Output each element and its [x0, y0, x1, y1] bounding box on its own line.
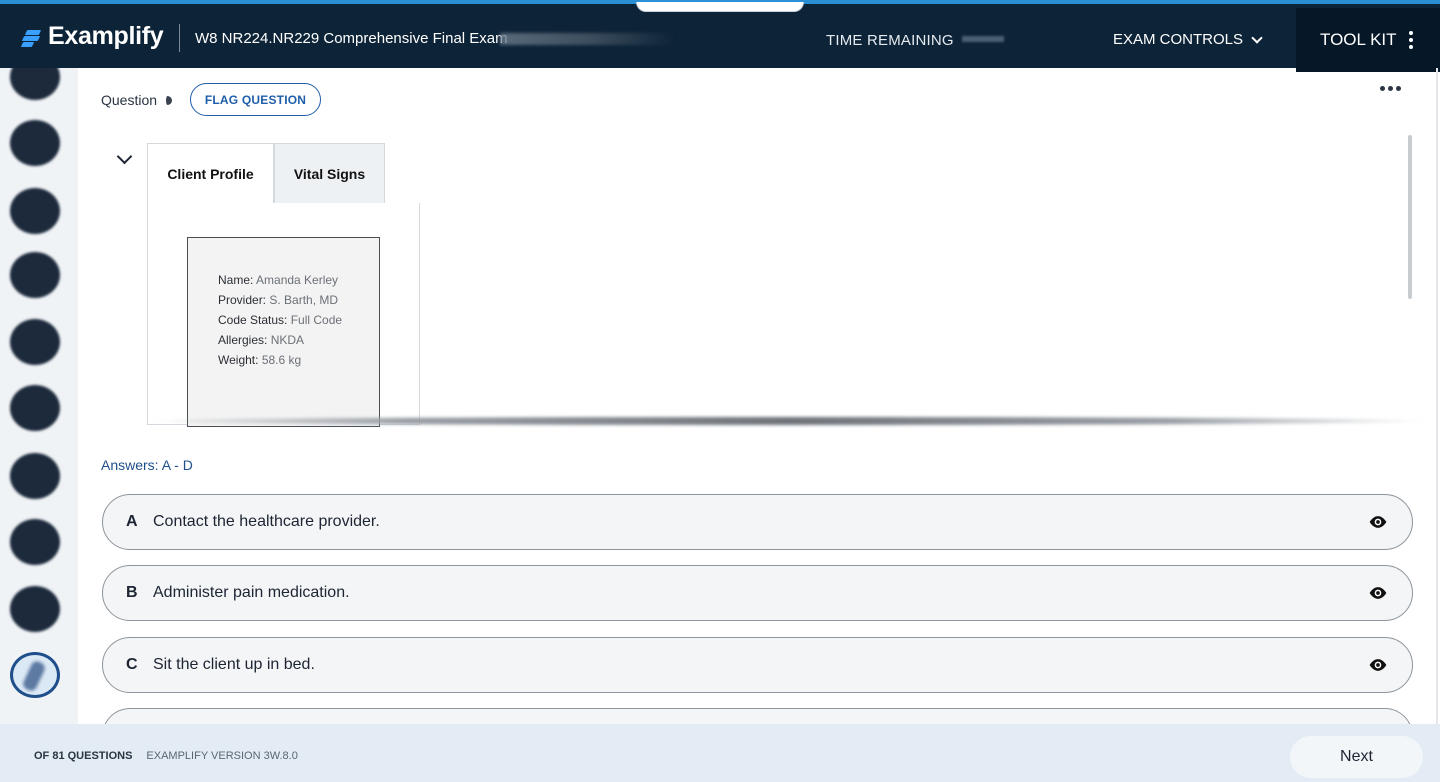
toolkit-label: TOOL KIT [1320, 30, 1397, 49]
answer-option-b[interactable]: B Administer pain medication. [102, 565, 1413, 621]
vertical-dots-icon [1408, 31, 1413, 49]
question-nav-bubble[interactable] [10, 68, 60, 100]
flag-question-button[interactable]: FLAG QUESTION [190, 83, 321, 116]
scrollbar-thumb[interactable] [1408, 135, 1412, 299]
profile-row-allergies: Allergies: NKDA [218, 333, 305, 347]
footer-bar: OF 81 QUESTIONS EXAMPLIFY VERSION 3W.8.0… [0, 724, 1440, 782]
header-divider [179, 24, 180, 52]
answer-letter: B [126, 584, 138, 601]
eye-icon[interactable] [1368, 658, 1388, 672]
redacted-time-value [962, 36, 1004, 42]
chevron-down-icon [1251, 31, 1263, 44]
answer-option-a[interactable]: A Contact the healthcare provider. [102, 494, 1413, 550]
answer-text: Sit the client up in bed. [153, 656, 315, 673]
question-nav-bubble[interactable] [10, 586, 60, 632]
top-bar: Examplify W8 NR224.NR229 Comprehensive F… [0, 0, 1440, 72]
question-nav-bubble[interactable] [10, 120, 60, 166]
question-nav-bubble[interactable] [10, 252, 60, 298]
next-button[interactable]: Next [1290, 736, 1423, 778]
answers-label: Answers: A - D [101, 457, 193, 473]
profile-row-code-status: Code Status: Full Code [218, 313, 343, 327]
answer-text: Administer pain medication. [153, 584, 350, 601]
question-label: Question [101, 92, 158, 108]
app-version: EXAMPLIFY VERSION 3W.8.0 [146, 750, 298, 762]
question-count: OF 81 QUESTIONS [34, 750, 133, 762]
answer-text: Contact the healthcare provider. [153, 513, 380, 530]
ellipsis-icon[interactable] [1380, 86, 1401, 91]
answer-option-c[interactable]: C Sit the client up in bed. [102, 637, 1413, 693]
top-pull-tab[interactable] [636, 2, 804, 12]
question-nav-bubble[interactable] [10, 519, 60, 565]
examplify-logo: Examplify [20, 22, 164, 51]
eye-icon[interactable] [1368, 515, 1388, 529]
question-nav-bubble[interactable] [10, 188, 60, 234]
collapse-chevron-icon[interactable] [116, 148, 133, 165]
profile-row-name: Name: Amanda Kerley [218, 273, 339, 287]
eye-icon[interactable] [1368, 586, 1388, 600]
answer-letter: C [126, 656, 138, 673]
pane-resize-divider[interactable] [148, 417, 1428, 425]
question-nav-bubble[interactable] [10, 385, 60, 431]
redacted-exam-id [500, 33, 675, 45]
question-nav-bubble[interactable] [10, 319, 60, 365]
footer-info: OF 81 QUESTIONS EXAMPLIFY VERSION 3W.8.0 [34, 750, 298, 762]
tab-client-profile[interactable]: Client Profile [147, 143, 274, 204]
profile-row-weight: Weight: 58.6 kg [218, 353, 302, 367]
toolkit-button[interactable]: TOOL KIT [1296, 8, 1440, 72]
exam-controls-label: EXAM CONTROLS [1113, 31, 1244, 48]
client-profile-card: Name: Amanda Kerley Provider: S. Barth, … [187, 237, 380, 427]
profile-row-provider: Provider: S. Barth, MD [218, 293, 339, 307]
exam-title: W8 NR224.NR229 Comprehensive Final Exam [195, 30, 508, 47]
examplify-logo-icon [20, 26, 44, 48]
question-status-icon [163, 95, 173, 105]
time-remaining-label: TIME REMAINING [826, 32, 954, 49]
logo-text: Examplify [48, 22, 164, 50]
question-nav-bubble-current[interactable] [10, 652, 60, 698]
question-nav-rail [0, 68, 78, 724]
question-header: Question [101, 92, 173, 108]
question-nav-bubble[interactable] [10, 453, 60, 499]
scrollbar-track[interactable] [1436, 68, 1438, 724]
exam-controls-button[interactable]: EXAM CONTROLS [1113, 31, 1263, 48]
answer-letter: A [126, 513, 138, 530]
tab-vital-signs[interactable]: Vital Signs [274, 143, 385, 204]
